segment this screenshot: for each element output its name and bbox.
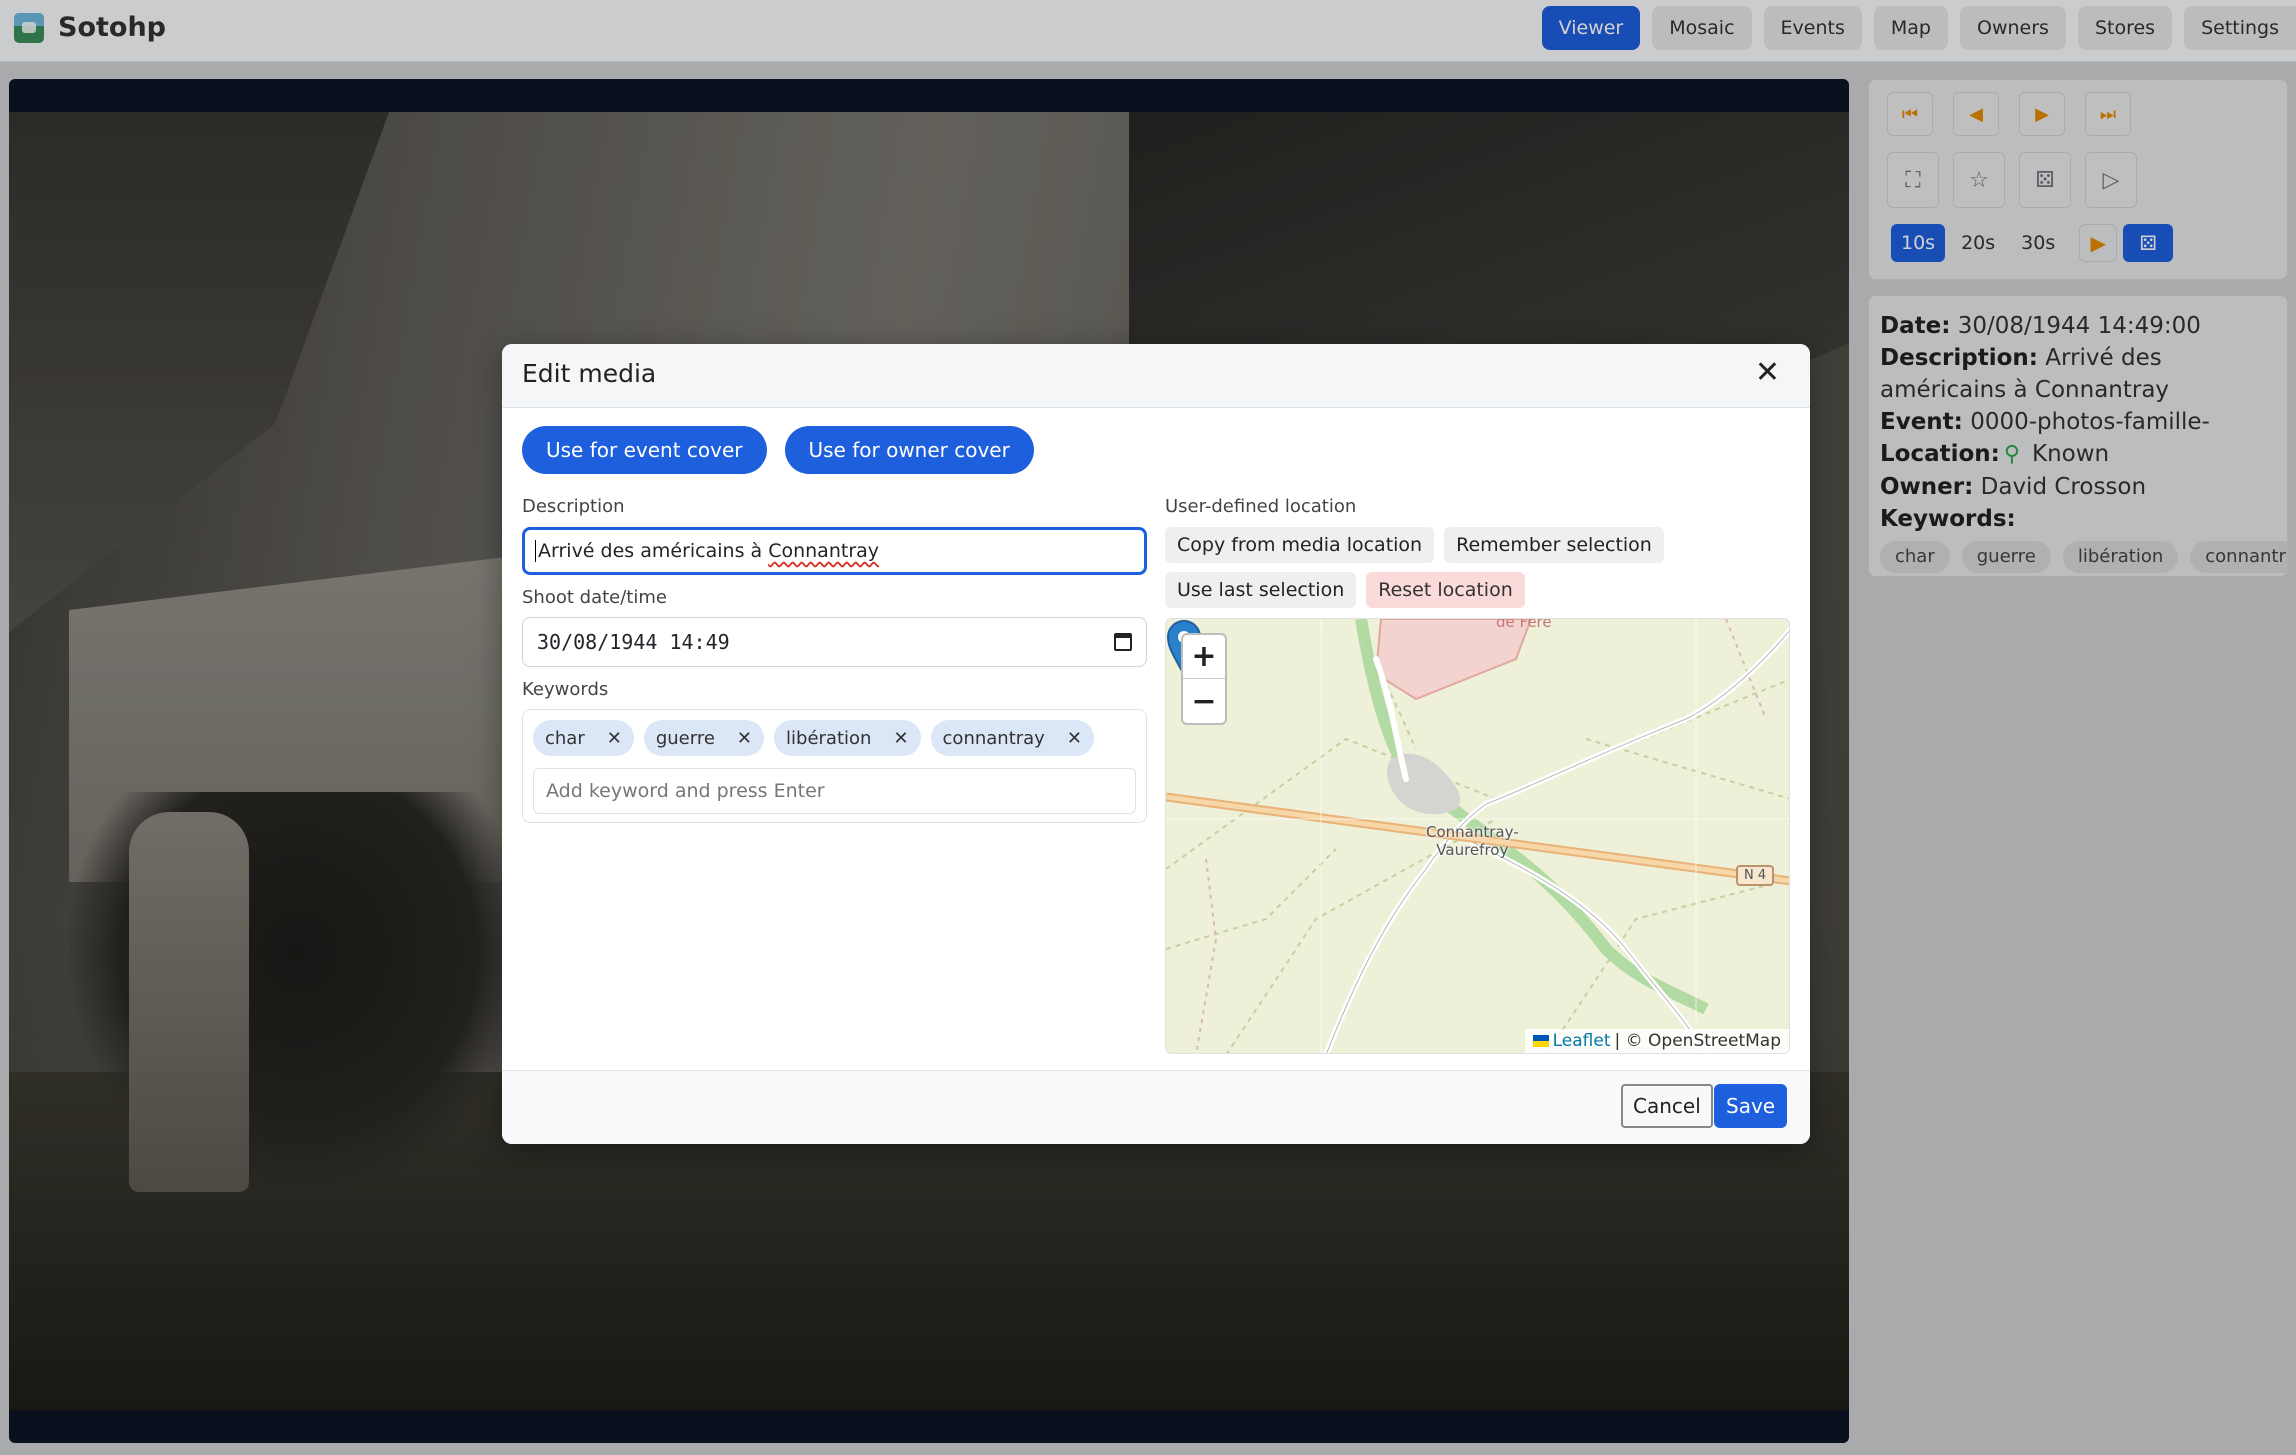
ukraine-flag-icon [1532,1035,1549,1047]
description-text: Arrivé des américains à [538,540,769,562]
location-map[interactable]: de Fère Connantray- Vaurefroy N 4 + − Le… [1165,618,1790,1054]
shoot-datetime-input[interactable]: 30/08/1944 14:49 [522,617,1147,667]
map-road-label: N 4 [1736,865,1775,886]
cover-actions: Use for event cover Use for owner cover [522,426,1034,474]
close-icon[interactable]: ✕ [1755,358,1780,388]
use-owner-cover-button[interactable]: Use for owner cover [784,426,1034,474]
cancel-button[interactable]: Cancel [1621,1084,1713,1128]
remove-keyword-icon[interactable]: ✕ [607,728,622,749]
dialog-header: Edit media ✕ [502,344,1810,408]
osm-attribution[interactable]: | © OpenStreetMap [1615,1031,1781,1051]
dialog-footer: Cancel Save [502,1070,1810,1144]
remember-selection-button[interactable]: Remember selection [1444,527,1664,563]
leaflet-link[interactable]: Leaflet [1553,1031,1611,1051]
keywords-label: Keywords [522,679,609,700]
keyword-tag: guerre ✕ [643,720,765,756]
map-zoom-control: + − [1181,633,1227,725]
shoot-date-label: Shoot date/time [522,587,667,608]
map-place-label: de Fère [1496,618,1552,631]
keyword-input[interactable]: Add keyword and press Enter [533,768,1136,814]
zoom-out-button[interactable]: − [1183,679,1225,723]
remove-keyword-icon[interactable]: ✕ [737,728,752,749]
calendar-icon[interactable] [1114,633,1132,651]
text-caret [535,540,536,562]
description-label: Description [522,496,625,517]
date-value: 30/08/1944 14:49 [537,630,730,654]
map-town-label: Connantray- Vaurefroy [1426,823,1519,859]
keyword-tags: char ✕ guerre ✕ libération ✕ connantray ✕ [533,720,1094,756]
location-actions-2: Use last selection Reset location [1165,572,1525,608]
save-button[interactable]: Save [1714,1084,1788,1128]
copy-media-location-button[interactable]: Copy from media location [1165,527,1435,563]
location-actions: Copy from media location Remember select… [1165,527,1664,563]
reset-location-button[interactable]: Reset location [1366,572,1525,608]
keyword-tag: connantray ✕ [930,720,1094,756]
zoom-in-button[interactable]: + [1183,635,1225,679]
keyword-tag: libération ✕ [774,720,921,756]
keywords-editor: char ✕ guerre ✕ libération ✕ connantray ✕ Ad… [522,709,1147,823]
use-event-cover-button[interactable]: Use for event cover [522,426,767,474]
use-last-selection-button[interactable]: Use last selection [1165,572,1357,608]
remove-keyword-icon[interactable]: ✕ [893,728,908,749]
keyword-tag: char ✕ [533,720,634,756]
dialog-title: Edit media [522,359,657,388]
description-misspelled-word: Connantray [768,540,880,562]
description-input[interactable]: Arrivé des américains à Connantray [522,527,1147,575]
edit-media-dialog: Edit media ✕ Use for event cover Use for… [502,344,1810,1144]
map-attribution: Leaflet | © OpenStreetMap [1524,1029,1789,1053]
user-location-label: User-defined location [1165,496,1357,517]
remove-keyword-icon[interactable]: ✕ [1067,728,1082,749]
